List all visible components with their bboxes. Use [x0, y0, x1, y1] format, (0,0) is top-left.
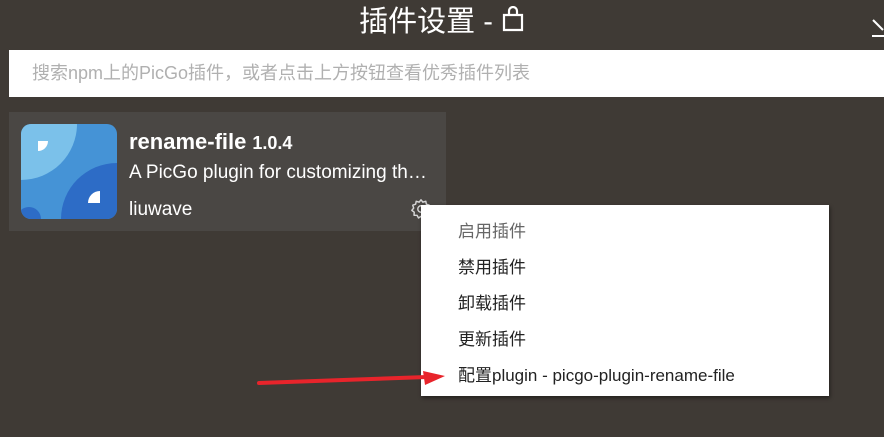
plugin-author: liuwave — [129, 199, 193, 220]
plugin-name-text: rename-file — [129, 129, 247, 154]
shopping-bag-icon[interactable] — [501, 6, 525, 32]
page-title: 插件设置 - — [359, 6, 493, 38]
menu-item-enable-plugin[interactable]: 启用插件 — [421, 214, 829, 250]
minimize-icon[interactable] — [872, 18, 884, 38]
menu-item-disable-plugin[interactable]: 禁用插件 — [421, 250, 829, 286]
search-input[interactable] — [9, 50, 884, 97]
plugin-name: rename-file 1.0.4 — [129, 129, 292, 155]
plugin-description: A PicGo plugin for customizing the uploa… — [129, 162, 434, 183]
plugin-context-menu: 启用插件 禁用插件 卸载插件 更新插件 配置plugin - picgo-plu… — [421, 205, 829, 396]
plugin-logo-icon — [21, 124, 117, 219]
menu-item-update-plugin[interactable]: 更新插件 — [421, 322, 829, 358]
plugin-version: 1.0.4 — [252, 133, 293, 153]
menu-item-uninstall-plugin[interactable]: 卸载插件 — [421, 286, 829, 322]
plugin-card[interactable]: rename-file 1.0.4 A PicGo plugin for cust… — [9, 112, 446, 231]
annotation-arrow — [257, 371, 445, 385]
menu-item-configure-plugin[interactable]: 配置plugin - picgo-plugin-rename-file — [421, 358, 829, 394]
page-title-bar: 插件设置 - — [0, 0, 884, 38]
